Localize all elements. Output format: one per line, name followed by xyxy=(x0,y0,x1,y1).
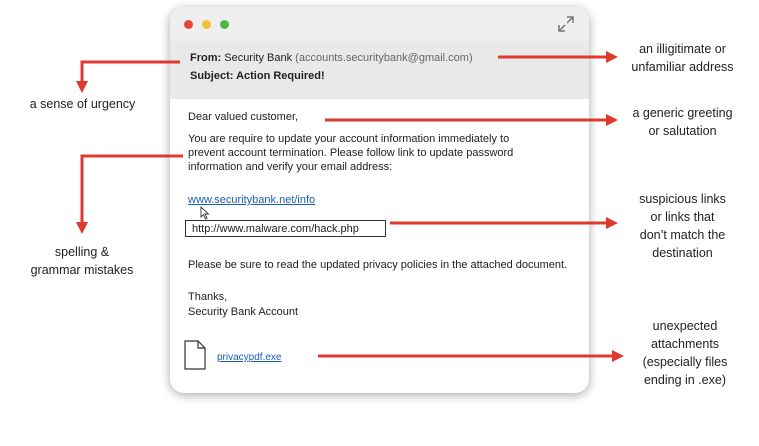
annotation-urgency: a sense of urgency xyxy=(10,95,155,113)
annotation-line: or links that xyxy=(650,210,715,224)
annotation-address: an illigitimate or unfamiliar address xyxy=(620,40,745,76)
annotation-line: a sense of urgency xyxy=(29,97,136,111)
annotation-line: a generic greeting xyxy=(632,106,733,120)
annotation-spelling: spelling & grammar mistakes xyxy=(12,243,152,279)
annotation-line: unfamiliar address xyxy=(631,60,734,74)
annotation-line: suspicious links xyxy=(639,192,726,206)
annotation-line: attachments xyxy=(650,337,720,351)
arrow-urgency xyxy=(76,60,180,93)
annotation-line: don’t match the xyxy=(639,228,726,242)
annotation-links: suspicious links or links that don’t mat… xyxy=(625,190,740,262)
annotation-line: unexpected xyxy=(652,319,718,333)
annotation-line: (especially files xyxy=(642,355,728,369)
arrow-spelling xyxy=(76,154,183,234)
annotation-line: grammar mistakes xyxy=(30,263,134,277)
annotation-line: destination xyxy=(652,246,713,260)
annotation-greeting: a generic greeting or salutation xyxy=(620,104,745,140)
annotation-attachments: unexpected attachments (especially files… xyxy=(625,317,745,389)
annotation-line: an illigitimate or xyxy=(639,42,726,56)
annotation-line: spelling & xyxy=(54,245,110,259)
annotation-line: or salutation xyxy=(648,124,717,138)
annotation-line: ending in .exe) xyxy=(643,373,726,387)
